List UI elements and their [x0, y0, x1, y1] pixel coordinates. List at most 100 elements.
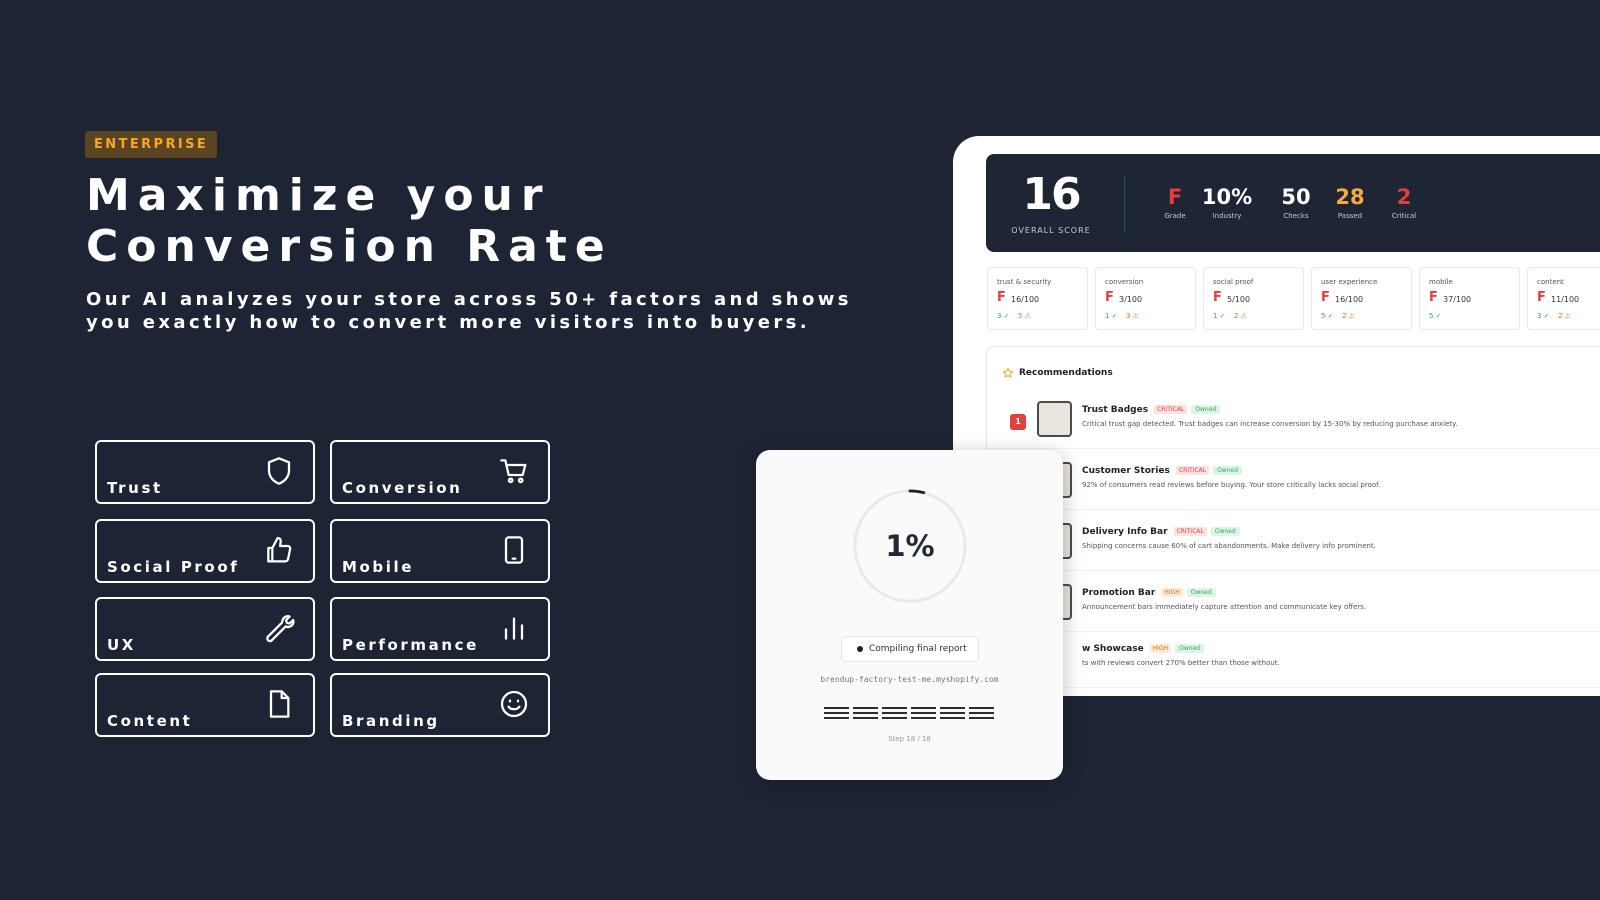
stat-value: 10% — [1201, 185, 1253, 209]
category-checks: 3 ✓ — [997, 312, 1010, 320]
recommendation-item[interactable]: Customer Stories CRITICAL Owned 92% of con… — [987, 454, 1600, 510]
factor-card-branding[interactable]: Branding — [330, 673, 550, 737]
recommendation-title: Customer Stories — [1082, 466, 1170, 476]
owned-badge: Owned — [1175, 644, 1205, 653]
stat-label: Industry — [1212, 212, 1242, 220]
factor-label: Performance — [342, 636, 479, 654]
priority-badge: CRITICAL — [1154, 405, 1188, 414]
factor-label: UX — [107, 636, 136, 654]
category-grade: F — [1429, 290, 1438, 305]
stat-passed: 28 Passed — [1320, 184, 1380, 220]
wrench-icon — [263, 612, 295, 644]
factor-card-performance[interactable]: Performance — [330, 597, 550, 661]
factor-card-trust[interactable]: Trust — [95, 440, 315, 504]
smiley-icon — [498, 688, 530, 720]
score-summary-bar: 16 OVERALL SCORE F Grade 10% Industry 50… — [986, 154, 1600, 252]
category-card[interactable]: trust & security F 16/100 3 ✓ 5 ⚠ — [987, 267, 1088, 330]
stat-label: Checks — [1283, 212, 1309, 220]
stat-value: 28 — [1335, 185, 1365, 209]
category-grade: F — [997, 290, 1006, 305]
category-name: content — [1537, 278, 1564, 286]
divider — [1124, 176, 1125, 232]
category-warnings: 3 ⚠ — [1126, 312, 1139, 320]
category-grade: F — [1537, 290, 1546, 305]
recommendation-description: Announcement bars immediately capture at… — [1082, 603, 1367, 611]
status-dot-icon — [857, 646, 863, 652]
category-warnings: 2 ⚠ — [1558, 312, 1571, 320]
category-grade: F — [1105, 290, 1114, 305]
recommendation-title: w Showcase — [1082, 644, 1144, 654]
stat-value: 2 — [1396, 185, 1412, 209]
star-icon — [1002, 367, 1014, 378]
owned-badge: Owned — [1186, 588, 1216, 597]
category-card[interactable]: mobile F 37/100 5 ✓ — [1419, 267, 1520, 330]
recommendations-header: Recommendations — [1002, 367, 1113, 378]
category-score: 3/100 — [1119, 295, 1143, 304]
analysis-progress-card: 1% Compiling final report brendup-factor… — [756, 450, 1063, 780]
recommendation-title: Promotion Bar — [1082, 588, 1156, 598]
hero-title: Maximize your Conversion Rate — [86, 170, 613, 272]
category-checks: 3 ✓ — [1537, 312, 1550, 320]
category-score: 11/100 — [1551, 295, 1580, 304]
step-segment — [824, 707, 849, 719]
recommendation-item[interactable]: 1 Trust Badges CRITICAL Owned Critical tru… — [987, 393, 1600, 449]
recommendation-item[interactable]: Promotion Bar HIGH Owned Announcement bars… — [987, 576, 1600, 632]
category-name: trust & security — [997, 278, 1052, 286]
factor-label: Social Proof — [107, 558, 240, 576]
cart-icon — [498, 455, 530, 487]
recommendation-number: 1 — [1010, 414, 1026, 430]
category-score: 5/100 — [1227, 295, 1251, 304]
category-checks: 1 ✓ — [1213, 312, 1226, 320]
priority-badge: HIGH — [1149, 644, 1172, 653]
recommendation-item[interactable]: Delivery Info Bar CRITICAL Owned Shipping … — [987, 515, 1600, 571]
factor-label: Trust — [107, 479, 163, 497]
recommendation-item[interactable]: w Showcase HIGH Owned ts with reviews conv… — [987, 632, 1600, 688]
step-segment — [969, 707, 994, 719]
recommendation-title: Delivery Info Bar — [1082, 527, 1168, 537]
category-name: user experience — [1321, 278, 1378, 286]
category-warnings: 2 ⚠ — [1234, 312, 1247, 320]
factor-card-content[interactable]: Content — [95, 673, 315, 737]
factor-card-mobile[interactable]: Mobile — [330, 519, 550, 583]
step-segment — [882, 707, 907, 719]
category-card[interactable]: user experience F 16/100 5 ✓ 2 ⚠ — [1311, 267, 1412, 330]
recommendation-description: Critical trust gap detected. Trust badge… — [1082, 420, 1458, 428]
bar-chart-icon — [498, 612, 530, 644]
thumbs-up-icon — [263, 534, 295, 566]
priority-badge: CRITICAL — [1175, 466, 1210, 475]
stat-industry: 10% Industry — [1197, 184, 1257, 220]
step-segment — [940, 707, 965, 719]
priority-badge: HIGH — [1161, 588, 1183, 597]
category-card[interactable]: social proof F 5/100 1 ✓ 2 ⚠ — [1203, 267, 1304, 330]
factor-label: Branding — [342, 712, 440, 730]
overall-score: 16 — [1022, 169, 1081, 220]
mobile-icon — [498, 534, 530, 566]
category-score: 16/100 — [1011, 295, 1040, 304]
factor-label: Content — [107, 712, 193, 730]
category-card[interactable]: conversion F 3/100 1 ✓ 3 ⚠ — [1095, 267, 1196, 330]
category-warnings: 2 ⚠ — [1342, 312, 1355, 320]
progress-percent: 1% — [885, 529, 935, 563]
category-checks: 5 ✓ — [1429, 312, 1442, 320]
factor-card-ux[interactable]: UX — [95, 597, 315, 661]
status-pill: Compiling final report — [841, 636, 979, 662]
factor-label: Conversion — [342, 479, 463, 497]
recommendation-title: Trust Badges — [1082, 405, 1149, 415]
recommendations-panel: Recommendations 1 Trust Badges CRITICAL Ow… — [986, 346, 1600, 696]
factor-card-social-proof[interactable]: Social Proof — [95, 519, 315, 583]
category-checks: 5 ✓ — [1321, 312, 1334, 320]
document-icon — [263, 688, 295, 720]
recommendations-title: Recommendations — [1019, 368, 1113, 378]
stat-value: F — [1167, 185, 1183, 209]
category-card[interactable]: content F 11/100 3 ✓ 2 ⚠ — [1527, 267, 1600, 330]
step-segment — [911, 707, 936, 719]
enterprise-badge: ENTERPRISE — [85, 131, 218, 158]
store-url: brendup-factory-test-me.myshopify.com — [820, 675, 999, 684]
step-indicator — [824, 707, 996, 719]
stat-label: Critical — [1391, 212, 1417, 220]
category-warnings: 5 ⚠ — [1018, 312, 1031, 320]
factor-card-conversion[interactable]: Conversion — [330, 440, 550, 504]
step-label: Step 18 / 18 — [888, 735, 931, 743]
stat-grade: F Grade — [1145, 184, 1205, 220]
stat-label: Passed — [1337, 212, 1363, 220]
